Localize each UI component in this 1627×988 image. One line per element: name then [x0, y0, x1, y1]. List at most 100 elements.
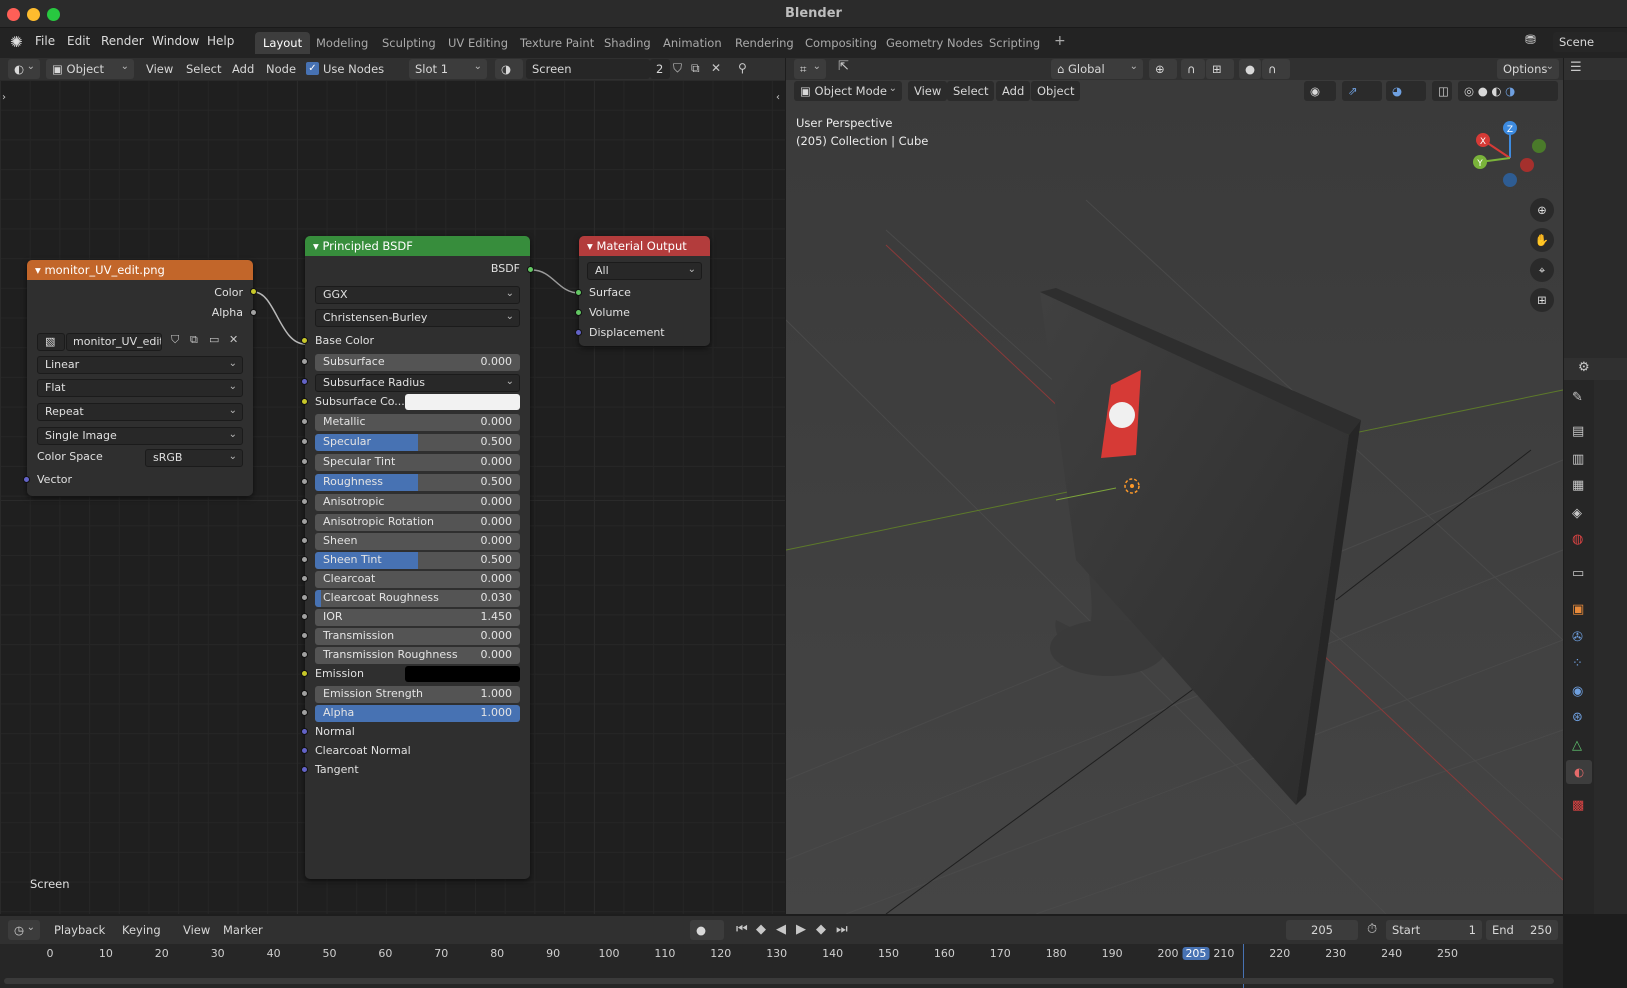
interpolation-dropdown[interactable]: Linear ⌄ [37, 356, 243, 374]
menu-add[interactable]: Add [232, 62, 254, 76]
output-alpha-socket[interactable] [250, 309, 257, 316]
bsdf-field-anisotropic[interactable]: Anisotropic 0.000 [315, 494, 520, 511]
input-socket[interactable] [301, 498, 308, 505]
collection-tab-icon[interactable]: ▭ [1572, 566, 1584, 581]
output-bsdf-socket[interactable] [527, 266, 534, 273]
timeline-area[interactable]: 0 10 20 30 40 50 60 70 80 90 100 110 120 130 140 150 160… [0, 944, 1563, 988]
shading-rendered-icon[interactable]: ◑ [1505, 84, 1515, 98]
input-socket[interactable] [301, 438, 308, 445]
viewport-menu-select[interactable]: Select [947, 81, 995, 101]
input-socket[interactable] [301, 398, 308, 405]
duplicate-material-icon[interactable]: ⧉ [691, 61, 700, 76]
current-frame-field[interactable]: 205 [1286, 920, 1358, 940]
bsdf-field-roughness[interactable]: Roughness 0.500 [315, 474, 520, 491]
image-name-field[interactable]: monitor_UV_edit... [66, 333, 162, 351]
bsdf-field-transmission-roughness[interactable]: Transmission Roughness 0.000 [315, 647, 520, 664]
transform-cursor-icon[interactable]: ⇱ [838, 59, 849, 74]
menu-help[interactable]: Help [207, 34, 234, 48]
image-node-header[interactable]: ▾ monitor_UV_edit.png [27, 260, 253, 280]
options-dropdown[interactable]: Options ⌄ [1497, 59, 1559, 79]
physics-tab-icon[interactable]: ◉ [1572, 684, 1583, 699]
output-tab-icon[interactable]: ▥ [1572, 452, 1584, 467]
tool-tab-icon[interactable]: ✎ [1572, 390, 1583, 405]
fake-user-icon[interactable]: ⛉ [171, 333, 179, 347]
timeline-editor-type-button[interactable]: ◷ ⌄ [8, 920, 40, 940]
output-node-header[interactable]: ▾ Material Output [579, 236, 710, 256]
bsdf-field-transmission[interactable]: Transmission 0.000 [315, 628, 520, 645]
jump-end-icon[interactable]: ⏭ [836, 922, 848, 937]
material-tab-icon[interactable]: ◐ [1566, 760, 1592, 784]
data-tab-icon[interactable]: △ [1572, 738, 1582, 753]
input-socket[interactable] [301, 651, 308, 658]
input-socket[interactable] [301, 556, 308, 563]
jump-start-icon[interactable]: ⏮ [736, 922, 748, 937]
input-displacement-socket[interactable] [575, 329, 582, 336]
input-socket[interactable] [301, 632, 308, 639]
open-image-folder-icon[interactable]: ▭ [209, 333, 219, 346]
object-type-dropdown[interactable]: ▣ Object ⌄ [46, 59, 134, 79]
next-keyframe-icon[interactable]: ◆ [816, 922, 826, 937]
pivot-point-button[interactable]: ⊕ [1149, 59, 1177, 79]
input-socket[interactable] [301, 728, 308, 735]
scene-tab-icon[interactable]: ◈ [1572, 506, 1582, 521]
input-socket[interactable] [301, 690, 308, 697]
navigation-gizmo[interactable]: Z X Y [1470, 118, 1550, 198]
3d-viewport[interactable]: ▣ Object Mode ⌄ View Select Add Object ◉ … [786, 80, 1563, 914]
menu-render[interactable]: Render [101, 34, 144, 48]
viewport-menu-object[interactable]: Object [1031, 81, 1081, 101]
material-name-field[interactable]: Screen [526, 59, 650, 79]
transform-orientation-dropdown[interactable]: ⌂ Global ⌄ [1051, 59, 1143, 79]
node-editor-canvas[interactable]: › ‹ ▾ monitor_UV_edit.png Color Alpha ▧ … [0, 80, 785, 914]
menu-window[interactable]: Window [152, 34, 199, 48]
editor-type-button[interactable]: ◐ ⌄ [8, 59, 40, 79]
add-workspace-button[interactable]: + [1046, 32, 1074, 54]
timeline-scrollbar[interactable] [4, 978, 1554, 984]
input-socket[interactable] [301, 594, 308, 601]
properties-editor-icon[interactable]: ⚙ [1578, 360, 1590, 375]
projection-dropdown[interactable]: Flat ⌄ [37, 379, 243, 397]
bsdf-field-specular-tint[interactable]: Specular Tint 0.000 [315, 454, 520, 471]
viewport-menu-add[interactable]: Add [996, 81, 1031, 101]
unlink-material-icon[interactable]: ✕ [711, 61, 721, 75]
visibility-dropdown[interactable]: ◉ [1304, 81, 1336, 101]
bsdf-field-emission-strength[interactable]: Emission Strength 1.000 [315, 686, 520, 703]
input-socket[interactable] [301, 613, 308, 620]
zoom-magnifier-icon[interactable]: ⊕ [1530, 198, 1554, 222]
menu-node[interactable]: Node [266, 62, 296, 76]
menu-playback[interactable]: Playback [54, 923, 105, 937]
xray-toggle[interactable]: ◫ [1432, 81, 1452, 101]
shading-mode-buttons[interactable]: ◎ ● ◐ ◑ [1458, 81, 1558, 101]
input-surface-socket[interactable] [575, 289, 582, 296]
proportional-edit-toggle[interactable]: ● [1239, 59, 1261, 79]
input-socket[interactable] [301, 537, 308, 544]
previous-keyframe-icon[interactable]: ◆ [756, 922, 766, 937]
view-layer-tab-icon[interactable]: ▦ [1572, 478, 1584, 493]
bsdf-field-ior[interactable]: IOR 1.450 [315, 609, 520, 626]
image-texture-node[interactable]: ▾ monitor_UV_edit.png Color Alpha ▧ moni… [23, 260, 257, 496]
input-socket[interactable] [301, 766, 308, 773]
input-socket[interactable] [301, 670, 308, 677]
distribution-dropdown[interactable]: GGX ⌄ [315, 286, 520, 304]
bsdf-field-clearcoat-roughness[interactable]: Clearcoat Roughness 0.030 [315, 590, 520, 607]
menu-file[interactable]: File [35, 34, 55, 48]
bsdf-node-header[interactable]: ▾ Principled BSDF [305, 236, 530, 256]
stopwatch-icon[interactable]: ⏱ [1367, 922, 1377, 937]
tab-geometry-nodes[interactable]: Geometry Nodes [878, 32, 991, 54]
tab-compositing[interactable]: Compositing [797, 32, 885, 54]
outliner-editor-icon[interactable]: ☰ [1570, 60, 1582, 75]
play-icon[interactable]: ▶ [796, 922, 806, 937]
end-frame-field[interactable]: End 250 [1486, 920, 1558, 940]
tab-uv-editing[interactable]: UV Editing [440, 32, 516, 54]
menu-marker[interactable]: Marker [223, 923, 263, 937]
bsdf-field-subsurface[interactable]: Subsurface 0.000 [315, 354, 520, 371]
unlink-image-icon[interactable]: ✕ [229, 333, 238, 346]
viewport-editor-type-button[interactable]: ⌗ ⌄ [794, 59, 826, 79]
material-browse-button[interactable]: ◑ [495, 59, 523, 79]
input-volume-socket[interactable] [575, 309, 582, 316]
tab-rendering[interactable]: Rendering [727, 32, 802, 54]
modifier-tab-icon[interactable]: ✇ [1572, 630, 1583, 645]
current-frame-marker[interactable]: 205 [1182, 947, 1210, 960]
subsurface-radius-dropdown[interactable]: Subsurface Radius ⌄ [315, 374, 520, 392]
falloff-button[interactable]: ∩ [1262, 59, 1290, 79]
camera-view-icon[interactable]: ⌖ [1530, 258, 1554, 282]
